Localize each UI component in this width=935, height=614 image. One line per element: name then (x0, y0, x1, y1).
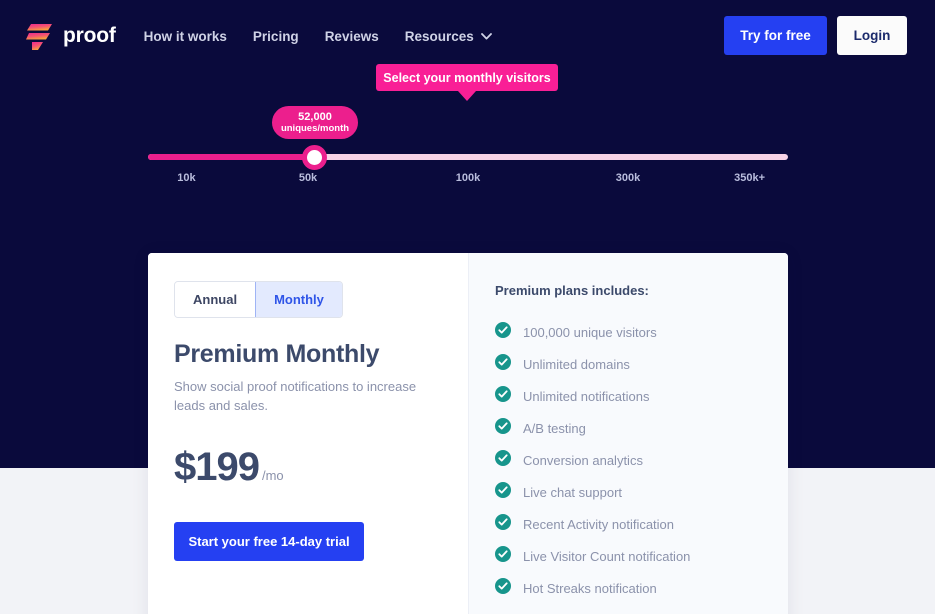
nav-link-label: Resources (404, 28, 474, 44)
slider-fill (148, 154, 315, 160)
brand-name: proof (63, 24, 116, 47)
nav-link-pricing[interactable]: Pricing (253, 29, 299, 44)
login-button[interactable]: Login (837, 16, 907, 55)
check-circle-icon (495, 353, 511, 370)
feature-label: A/B testing (523, 420, 586, 436)
check-circle-icon (495, 577, 511, 594)
nav-link-reviews[interactable]: Reviews (325, 29, 379, 44)
slider-tick-350k+: 350k+ (734, 172, 766, 184)
slider-value-unit: uniques/month (280, 123, 350, 134)
check-circle-icon (495, 449, 511, 471)
slider-tick-labels: 10k 50k 100k 300k 350k+ (148, 172, 788, 188)
slider-tooltip-text: Select your monthly visitors (383, 70, 551, 85)
toggle-option-annual[interactable]: Annual (175, 282, 256, 317)
check-circle-icon (495, 385, 511, 407)
feature-item: Conversion analytics (495, 444, 788, 476)
check-circle-icon (495, 417, 511, 439)
brand-logo[interactable]: proof (26, 21, 116, 51)
feature-item: 100,000 unique visitors (495, 316, 788, 348)
nav-link-label: How it works (143, 28, 227, 44)
visitors-slider[interactable] (148, 145, 788, 170)
feature-label: Live Visitor Count notification (523, 548, 691, 564)
price-amount: $199 (174, 445, 260, 489)
feature-item: Live Visitor Count notification (495, 540, 788, 572)
pricing-card: Annual Monthly Premium Monthly Show soci… (148, 253, 788, 614)
feature-label: Hot Streaks notification (523, 580, 657, 596)
slider-value-number: 52,000 (298, 111, 332, 123)
check-circle-icon (495, 385, 511, 402)
nav-link-label: Reviews (324, 28, 379, 44)
nav-links: How it works Pricing Reviews Resources (144, 29, 492, 44)
feature-item: Live chat support (495, 476, 788, 508)
check-circle-icon (495, 545, 511, 567)
nav-link-label: Pricing (252, 28, 299, 44)
nav-link-resources[interactable]: Resources (405, 29, 492, 44)
proof-logo-icon (26, 24, 52, 50)
check-circle-icon (495, 417, 511, 434)
check-circle-icon (495, 353, 511, 375)
features-heading: Premium plans includes: (495, 283, 649, 298)
feature-label: Live chat support (523, 484, 623, 500)
check-circle-icon (495, 321, 511, 343)
check-circle-icon (495, 481, 511, 498)
nav-link-how-it-works[interactable]: How it works (144, 29, 227, 44)
check-circle-icon (495, 577, 511, 599)
pricing-page: proof How it works Pricing Reviews Resou… (0, 0, 935, 614)
feature-label: Recent Activity notification (523, 516, 675, 532)
feature-item: A/B testing (495, 412, 788, 444)
plan-description: Show social proof notifications to incre… (174, 379, 417, 413)
nav-actions: Try for free Login (724, 16, 907, 55)
check-circle-icon (495, 513, 511, 535)
feature-label: 100,000 unique visitors (523, 324, 657, 340)
feature-item: Recent Activity notification (495, 508, 788, 540)
pricing-card-left-panel: Annual Monthly Premium Monthly Show soci… (148, 253, 468, 614)
pricing-card-right-panel: Premium plans includes: 100,000 unique v… (468, 253, 788, 614)
plan-title: Premium Monthly (174, 340, 380, 368)
try-for-free-button[interactable]: Try for free (724, 16, 827, 55)
check-circle-icon (495, 545, 511, 562)
slider-value-badge: 52,000 uniques/month (272, 106, 358, 139)
plan-price: $199 /mo (174, 445, 442, 490)
slider-tick-50k: 50k (298, 172, 318, 184)
start-free-trial-button[interactable]: Start your free 14-day trial (174, 522, 364, 561)
check-circle-icon (495, 321, 511, 338)
slider-tick-10k: 10k (177, 172, 196, 184)
feature-label: Unlimited domains (523, 356, 630, 372)
toggle-option-monthly[interactable]: Monthly (255, 282, 342, 317)
slider-tick-300k: 300k (615, 172, 641, 184)
slider-tick-100k: 100k (455, 172, 481, 184)
navbar: proof How it works Pricing Reviews Resou… (0, 0, 935, 72)
feature-item: Hot Streaks notification (495, 572, 788, 604)
check-circle-icon (495, 481, 511, 503)
check-circle-icon (495, 513, 511, 530)
price-period: /mo (261, 468, 284, 483)
feature-item: Unlimited notifications (495, 380, 788, 412)
slider-tooltip-arrow (458, 91, 476, 101)
feature-item: Unlimited domains (495, 348, 788, 380)
chevron-down-icon (480, 32, 492, 39)
feature-label: Conversion analytics (523, 452, 643, 468)
features-list: 100,000 unique visitors Unlimited domains… (495, 316, 788, 604)
check-circle-icon (495, 449, 511, 466)
billing-period-toggle[interactable]: Annual Monthly (174, 281, 343, 318)
feature-label: Unlimited notifications (523, 388, 650, 404)
